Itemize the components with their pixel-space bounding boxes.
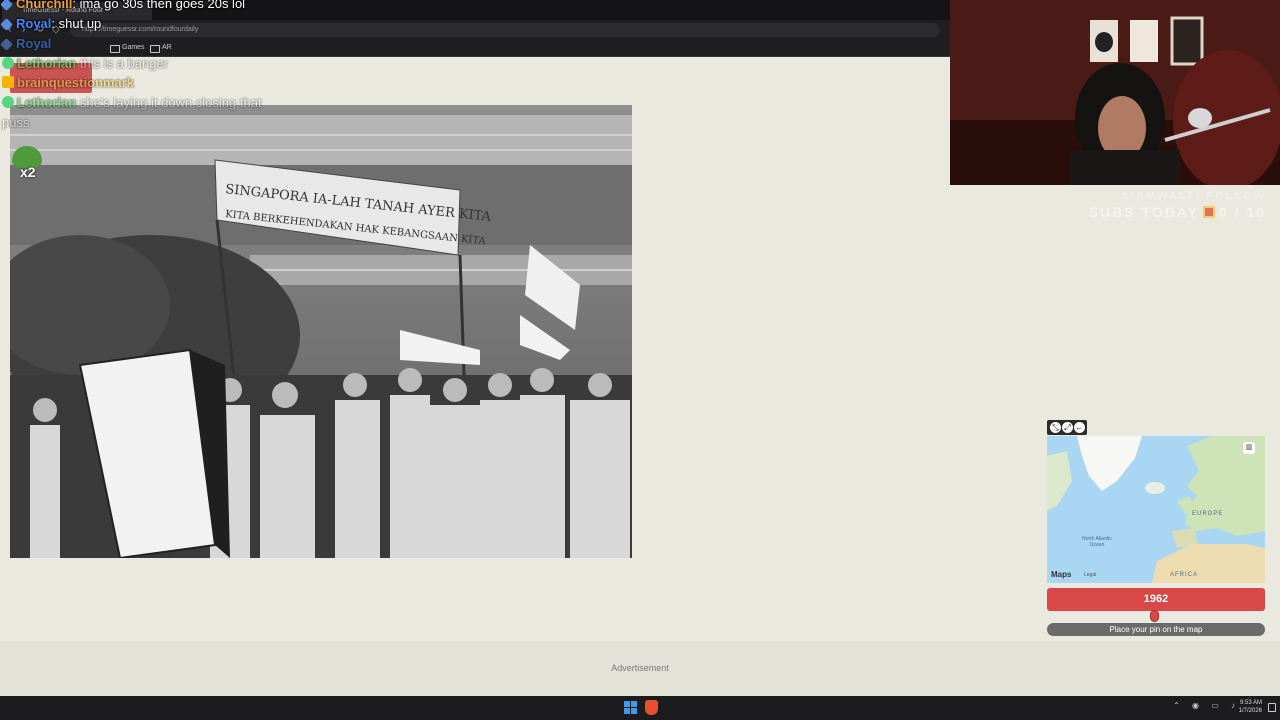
taskbar-clock[interactable]: 9:53 AM 1/7/2026 — [1239, 699, 1262, 715]
guess-photo: SINGAPORA IA-LAH TANAH AYER KITA KITA BE… — [10, 105, 632, 558]
windows-start-icon[interactable] — [624, 701, 637, 714]
brave-browser-icon[interactable] — [645, 700, 658, 715]
sword-badge-icon — [0, 38, 13, 51]
stream-chat: Churchill: ima go 30s then goes 20s lol … — [0, 0, 400, 180]
notification-icon[interactable] — [1268, 703, 1276, 712]
system-tray[interactable]: ⌃ ◉ ▭ ♪ — [1173, 701, 1240, 710]
back-icon[interactable]: ← — [1074, 422, 1085, 433]
stream-goal-overlay: LIAMWALT! FOLLOW SUBS TODAY 0 / 10 — [1089, 190, 1266, 220]
expand-icon[interactable]: ⤡ — [1050, 422, 1061, 433]
year-slider-thumb[interactable] — [1150, 610, 1159, 622]
chat-message: puss — [2, 115, 30, 130]
advertisement-banner: Advertisement — [0, 641, 1280, 696]
collapse-icon[interactable]: ⤢ — [1062, 422, 1073, 433]
user-badge-icon — [2, 57, 14, 69]
chat-message: brainquestionmark — [2, 75, 134, 90]
follow-label: LIAMWALT! FOLLOW — [1122, 190, 1266, 202]
chat-message: Royal — [0, 36, 51, 51]
map-label-africa: AFRICA — [1170, 572, 1199, 578]
user-badge-icon — [2, 96, 14, 108]
guess-map[interactable]: EUROPE AFRICA North Atlantic Ocean Maps … — [1047, 436, 1265, 583]
webcam-feed — [950, 0, 1280, 185]
chat-message: Lethorian she's laying it down closing t… — [2, 95, 262, 110]
windows-taskbar: ⌃ ◉ ▭ ♪ 9:53 AM 1/7/2026 — [0, 696, 1280, 720]
pepe-emote-icon: x2 — [8, 146, 44, 182]
apple-maps-logo: Maps — [1051, 570, 1072, 579]
sword-badge-icon — [0, 18, 13, 31]
sword-badge-icon — [0, 0, 13, 11]
chat-message: Lethorian this is a banger — [2, 56, 168, 71]
chat-message: Royal: shut up — [0, 16, 101, 31]
map-toolbar: ⤡ ⤢ ← — [1047, 420, 1087, 435]
chat-message: Churchill: ima go 30s then goes 20s lol — [0, 0, 245, 11]
map-label-europe: EUROPE — [1192, 511, 1224, 517]
map-legal-link[interactable]: Legal — [1084, 572, 1096, 578]
crown-badge-icon — [2, 76, 14, 88]
map-label-ocean: North Atlantic Ocean — [1082, 536, 1112, 548]
gift-icon — [1202, 206, 1215, 218]
subs-goal: SUBS TODAY 0 / 10 — [1088, 204, 1266, 220]
map-layers-icon[interactable]: ▥ — [1243, 442, 1255, 454]
place-pin-button[interactable]: Place your pin on the map — [1047, 623, 1265, 636]
year-display: 1962 — [1047, 588, 1265, 611]
